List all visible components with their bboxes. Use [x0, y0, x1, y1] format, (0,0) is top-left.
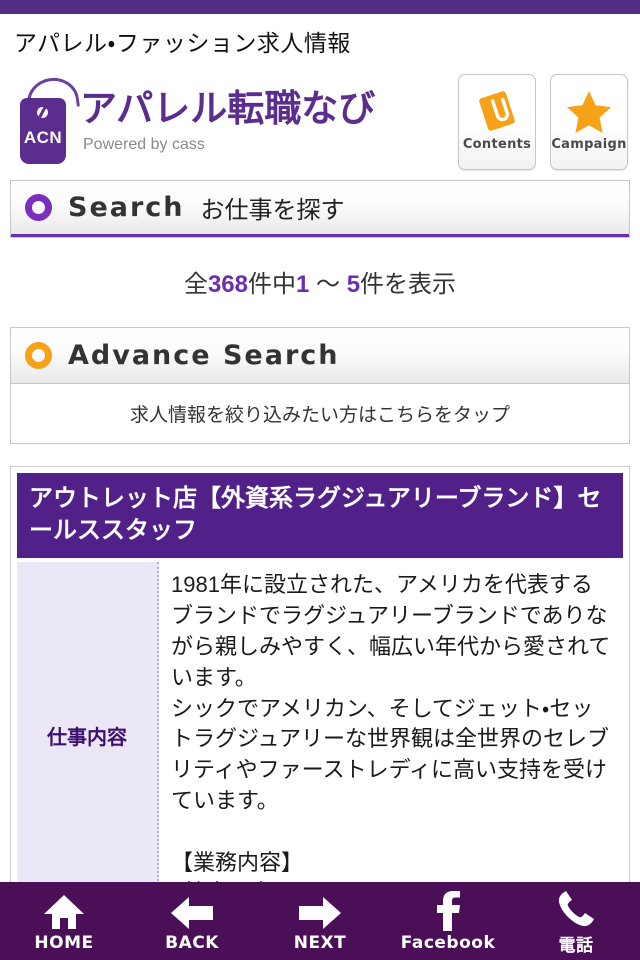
nav-facebook-label: Facebook	[400, 933, 496, 953]
header-logo-row: ACN アパレル転職なび Powered by cass Contents Ca…	[0, 64, 640, 174]
header-buttons: Contents Campaign	[458, 72, 628, 170]
count-prefix: 全	[183, 271, 208, 298]
purple-ring-icon	[25, 194, 52, 221]
job-listing-card[interactable]: アウトレット店【外資系ラグジュアリーブランド】セールススタッフ 仕事内容 198…	[10, 466, 630, 917]
phone-icon	[556, 887, 596, 929]
advance-search-header[interactable]: Advance Search	[11, 328, 629, 384]
contents-button-label: Contents	[462, 137, 532, 152]
orange-ring-icon	[25, 342, 52, 369]
search-panel[interactable]: Search お仕事を探す	[10, 180, 630, 238]
count-total: 368	[207, 271, 248, 298]
advance-search-en-label: Advance Search	[68, 340, 340, 371]
campaign-button-label: Campaign	[551, 137, 627, 152]
count-range-separator: 〜	[316, 271, 341, 298]
document-clip-icon	[474, 85, 520, 137]
arrow-right-icon	[297, 889, 343, 931]
nav-next-label: NEXT	[293, 933, 347, 953]
advance-search-tap-text[interactable]: 求人情報を絞り込みたい方はこちらをタップ	[11, 384, 629, 443]
facebook-icon	[432, 889, 464, 931]
brand-name: アパレル転職なび	[80, 88, 376, 129]
job-detail-content: 1981年に設立された、アメリカを代表するブランドでラグジュアリーブランドであり…	[171, 572, 611, 905]
advance-search-panel[interactable]: Advance Search 求人情報を絞り込みたい方はこちらをタップ	[10, 327, 630, 444]
nav-home[interactable]: HOME	[0, 882, 128, 960]
page-title: アパレル・ファッション求人情報	[14, 30, 351, 56]
nav-next[interactable]: NEXT	[256, 882, 384, 960]
count-middle: 件中	[247, 271, 296, 298]
nav-phone[interactable]: 電話	[512, 882, 640, 960]
search-en-label: Search	[68, 192, 185, 223]
job-title[interactable]: アウトレット店【外資系ラグジュアリーブランド】セールススタッフ	[17, 473, 623, 559]
search-ja-label: お仕事を探す	[200, 197, 345, 224]
campaign-button[interactable]: Campaign	[550, 74, 628, 170]
tag-acn-label: ACN	[23, 128, 63, 147]
job-detail-label: 仕事内容	[47, 727, 127, 750]
contents-button[interactable]: Contents	[458, 74, 536, 170]
nav-back[interactable]: BACK	[128, 882, 256, 960]
top-accent-bar	[0, 0, 640, 14]
nav-back-label: BACK	[165, 933, 219, 953]
home-icon	[43, 889, 85, 931]
star-icon	[565, 85, 613, 137]
tag-hole-shape	[37, 107, 48, 118]
count-from: 1	[295, 271, 310, 298]
nav-phone-label: 電話	[558, 935, 594, 956]
price-tag-icon: ACN	[12, 74, 80, 168]
count-to: 5	[346, 271, 361, 298]
brand-logo[interactable]: ACN アパレル転職なび Powered by cass	[12, 72, 375, 168]
brand-tagline: Powered by cass	[83, 136, 205, 153]
brand-text-block: アパレル転職なび Powered by cass	[74, 76, 375, 154]
nav-home-label: HOME	[34, 933, 94, 953]
bottom-navigation: HOME BACK NEXT Facebook 電話	[0, 882, 640, 960]
arrow-left-icon	[169, 889, 215, 931]
search-header[interactable]: Search お仕事を探す	[11, 181, 629, 237]
job-detail-label-cell: 仕事内容	[17, 562, 159, 910]
nav-facebook[interactable]: Facebook	[384, 882, 512, 960]
count-suffix: 件を表示	[360, 271, 457, 298]
result-count: 全368件中1 〜 5件を表示	[0, 238, 640, 321]
job-detail-row: 仕事内容 1981年に設立された、アメリカを代表するブランドでラグジュアリーブラ…	[17, 562, 623, 910]
